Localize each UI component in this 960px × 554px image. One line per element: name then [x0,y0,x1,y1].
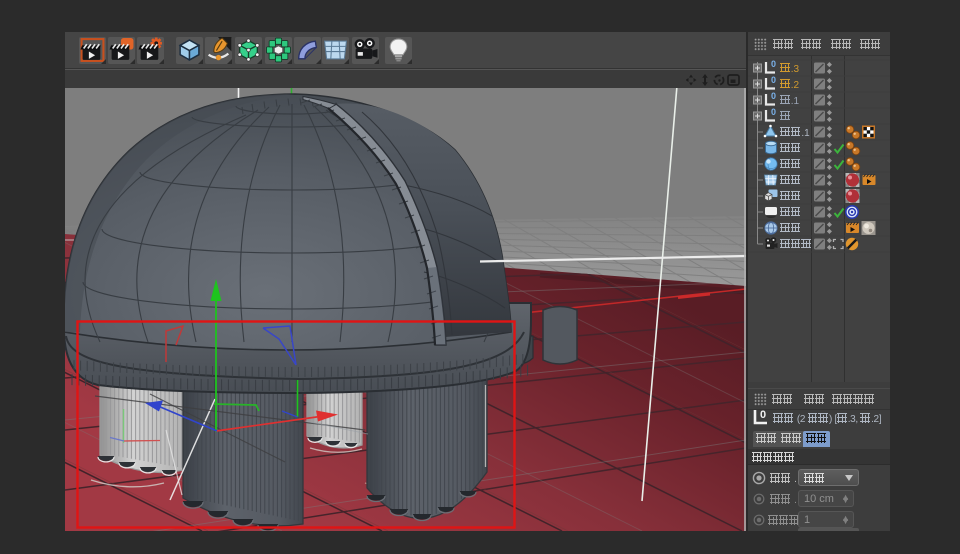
svg-text:0: 0 [771,75,776,85]
svg-text:0: 0 [760,409,766,421]
svg-text:0: 0 [771,59,776,69]
svg-text:0: 0 [771,107,776,117]
svg-text:0: 0 [771,91,776,101]
